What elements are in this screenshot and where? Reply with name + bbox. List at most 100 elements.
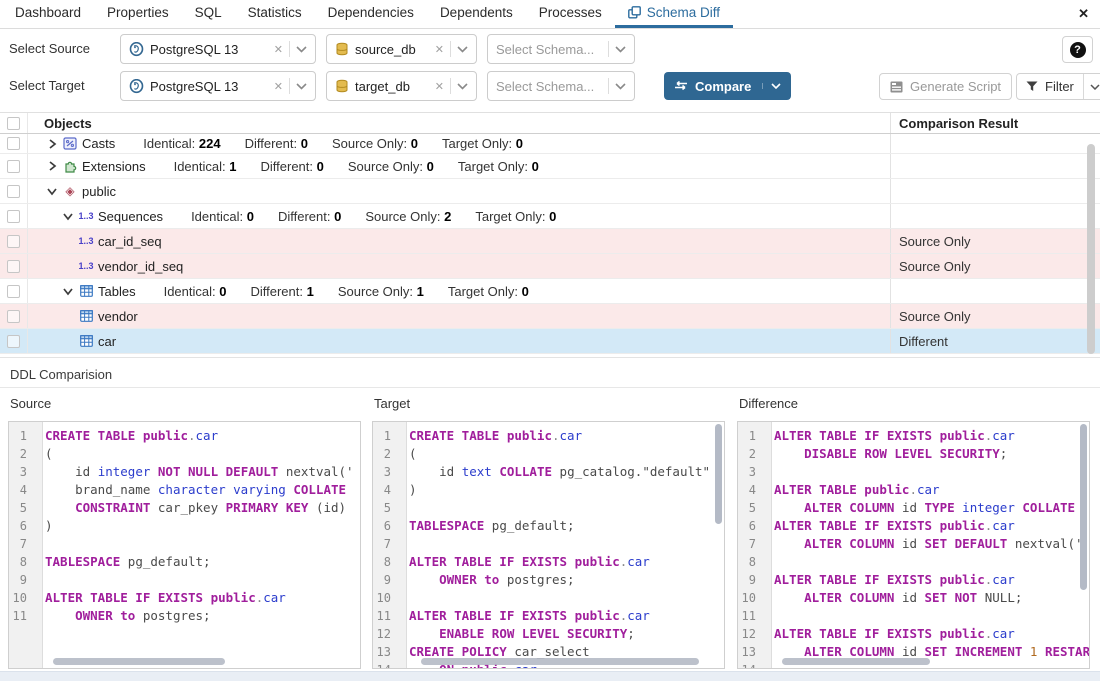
code-line: 10 (373, 589, 724, 607)
row-checkbox[interactable] (7, 185, 20, 198)
difference-pane-title: Difference (739, 396, 798, 411)
clear-icon[interactable]: ✕ (274, 80, 283, 93)
target-server-select[interactable]: PostgreSQL 13 ✕ (120, 71, 316, 101)
code-line: 5 ALTER COLUMN id TYPE integer COLLATE (738, 499, 1089, 517)
chevron-down-icon[interactable] (615, 83, 626, 90)
tab-statistics[interactable]: Statistics (235, 0, 315, 28)
chevron-down-icon[interactable] (60, 287, 76, 296)
line-number: 2 (9, 445, 35, 463)
source-schema-select[interactable]: Select Schema... (487, 34, 635, 64)
chevron-down-icon[interactable] (44, 187, 60, 196)
tab-label: Schema Diff (647, 5, 720, 20)
code-line: 12 ENABLE ROW LEVEL SECURITY; (373, 625, 724, 643)
tab-properties[interactable]: Properties (94, 0, 182, 28)
code-line: 4ALTER TABLE public.car (738, 481, 1089, 499)
table-row[interactable]: ◈public (0, 179, 1100, 204)
tab-schema-diff[interactable]: Schema Diff (615, 0, 733, 28)
line-number: 11 (738, 607, 764, 625)
code-line: 1CREATE TABLE public.car (9, 427, 360, 445)
difference-code-pane[interactable]: 1ALTER TABLE IF EXISTS public.car2 DISAB… (737, 421, 1090, 669)
code-line: 1CREATE TABLE public.car (373, 427, 724, 445)
table-row[interactable]: TablesIdentical: 0Different: 1Source Onl… (0, 279, 1100, 304)
horizontal-scrollbar[interactable] (782, 658, 930, 665)
code-line: 6ALTER TABLE IF EXISTS public.car (738, 517, 1089, 535)
table-row[interactable]: vendorSource Only (0, 304, 1100, 329)
row-checkbox[interactable] (7, 137, 20, 150)
schema-placeholder: Select Schema... (496, 42, 602, 57)
line-number: 1 (738, 427, 764, 445)
line-number: 14 (373, 661, 399, 669)
code-line: 1ALTER TABLE IF EXISTS public.car (738, 427, 1089, 445)
vertical-scrollbar[interactable] (1080, 424, 1087, 590)
compare-button[interactable]: Compare (664, 72, 791, 100)
help-button[interactable]: ? (1062, 36, 1093, 63)
tab-sql[interactable]: SQL (182, 0, 235, 28)
tab-processes[interactable]: Processes (526, 0, 615, 28)
clear-icon[interactable]: ✕ (274, 43, 283, 56)
server-value: PostgreSQL 13 (150, 79, 268, 94)
row-checkbox[interactable] (7, 210, 20, 223)
filter-button[interactable]: Filter (1016, 73, 1100, 100)
vertical-scrollbar[interactable] (1087, 144, 1095, 354)
database-icon (335, 79, 349, 93)
table-row[interactable]: 1..3car_id_seqSource Only (0, 229, 1100, 254)
compare-label: Compare (695, 79, 751, 94)
chevron-down-icon[interactable] (615, 46, 626, 53)
target-code-pane[interactable]: 1CREATE TABLE public.car2(3 id text COLL… (372, 421, 725, 669)
tab-dependents[interactable]: Dependents (427, 0, 526, 28)
code-line: 7 ALTER COLUMN id SET DEFAULT nextval(' (738, 535, 1089, 553)
tab-dependencies[interactable]: Dependencies (315, 0, 427, 28)
tab-label: Dependents (440, 5, 513, 20)
row-checkbox[interactable] (7, 335, 20, 348)
chevron-right-icon[interactable] (44, 161, 60, 171)
line-number: 7 (373, 535, 399, 553)
code-line: 5 CONSTRAINT car_pkey PRIMARY KEY (id) (9, 499, 360, 517)
chevron-down-icon[interactable] (296, 83, 307, 90)
horizontal-scrollbar[interactable] (53, 658, 225, 665)
source-server-select[interactable]: PostgreSQL 13 ✕ (120, 34, 316, 64)
tab-label: Processes (539, 5, 602, 20)
chevron-down-icon[interactable] (60, 212, 76, 221)
code-line: 5 (373, 499, 724, 517)
chevron-right-icon[interactable] (44, 139, 60, 149)
vertical-scrollbar[interactable] (715, 424, 722, 524)
chevron-down-icon[interactable] (457, 83, 468, 90)
tab-dashboard[interactable]: Dashboard (2, 0, 94, 28)
chevron-down-icon[interactable] (762, 83, 781, 89)
line-number: 8 (9, 553, 35, 571)
table-row[interactable]: ExtensionsIdentical: 1Different: 0Source… (0, 154, 1100, 179)
table-row[interactable]: 1..3SequencesIdentical: 0Different: 0Sou… (0, 204, 1100, 229)
close-icon[interactable]: ✕ (1078, 6, 1089, 22)
chevron-down-icon[interactable] (457, 46, 468, 53)
line-number: 1 (9, 427, 35, 445)
divider (289, 41, 290, 57)
sequence-icon: 1..3 (76, 236, 96, 246)
object-label: Casts (82, 136, 115, 151)
row-checkbox[interactable] (7, 285, 20, 298)
code-line: 7 (9, 535, 360, 553)
row-checkbox[interactable] (7, 160, 20, 173)
horizontal-scrollbar[interactable] (421, 658, 699, 665)
target-database-select[interactable]: target_db ✕ (326, 71, 477, 101)
row-checkbox[interactable] (7, 260, 20, 273)
chevron-down-icon[interactable] (296, 46, 307, 53)
source-code-pane[interactable]: 1CREATE TABLE public.car2(3 id integer N… (8, 421, 361, 669)
line-number: 11 (373, 607, 399, 625)
source-database-select[interactable]: source_db ✕ (326, 34, 477, 64)
table-row[interactable]: carDifferent (0, 329, 1100, 354)
target-schema-select[interactable]: Select Schema... (487, 71, 635, 101)
comparison-stats: Identical: 0Different: 0Source Only: 2Ta… (191, 209, 556, 224)
chevron-down-icon[interactable] (1083, 74, 1100, 99)
clear-icon[interactable]: ✕ (435, 43, 444, 56)
table-row[interactable]: 1..3vendor_id_seqSource Only (0, 254, 1100, 279)
row-checkbox[interactable] (7, 235, 20, 248)
clear-icon[interactable]: ✕ (435, 80, 444, 93)
row-checkbox[interactable] (7, 310, 20, 323)
table-row[interactable]: CastsIdentical: 224Different: 0Source On… (0, 134, 1100, 154)
line-number: 4 (738, 481, 764, 499)
result-column-header: Comparison Result (890, 113, 1082, 133)
object-label: vendor (98, 309, 138, 324)
generate-script-button[interactable]: Generate Script (879, 73, 1012, 100)
select-all-checkbox[interactable] (7, 117, 20, 130)
object-label: public (82, 184, 116, 199)
